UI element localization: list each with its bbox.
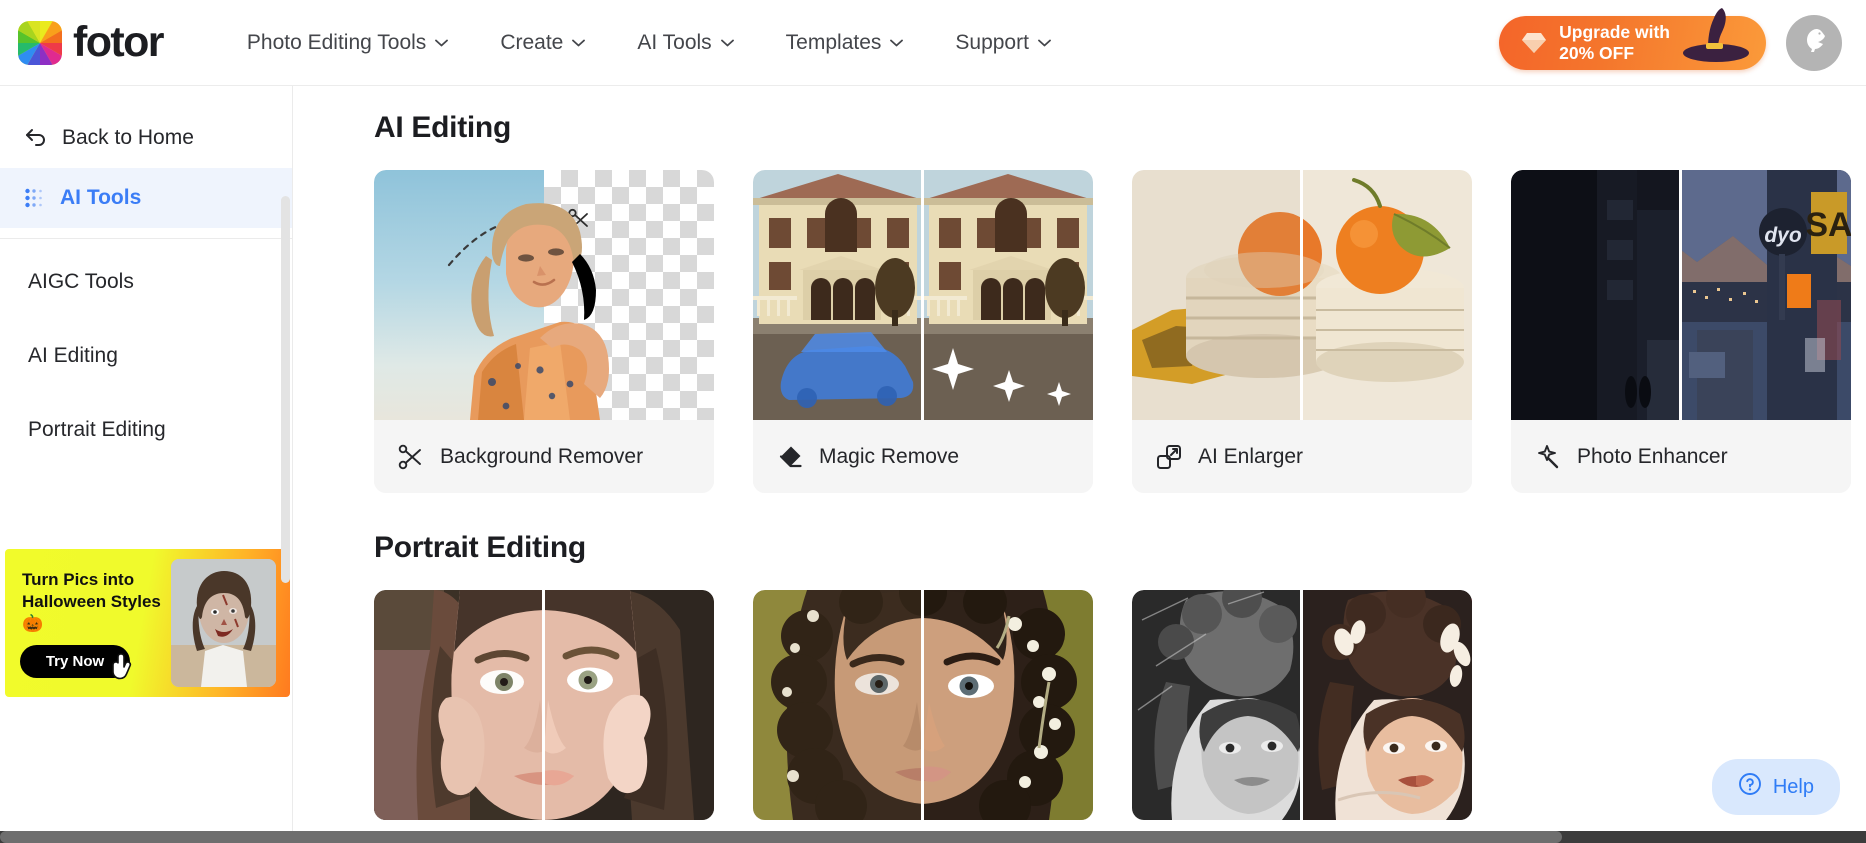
orange-plates-upscale-preview: [1132, 170, 1472, 420]
question-circle-icon: [1738, 772, 1762, 802]
nav-item-ai-tools[interactable]: AI Tools: [611, 31, 759, 55]
upgrade-line-1: Upgrade with: [1559, 21, 1670, 42]
halloween-promo-banner[interactable]: Turn Pics into Halloween Styles 🎃 Try No…: [5, 549, 290, 697]
sidebar-item-ai-editing[interactable]: AI Editing: [0, 319, 292, 393]
chevron-down-icon: [720, 39, 734, 47]
tool-card-photo-enhancer[interactable]: SA dyo Photo Enhancer: [1511, 170, 1851, 493]
sidebar-link-label: AIGC Tools: [28, 270, 134, 293]
app-header: fotor Photo Editing Tools Create AI Tool…: [0, 0, 1866, 86]
zombie-portrait-photo: [171, 559, 276, 687]
eraser-icon: [777, 444, 803, 470]
portrait-card-skin-retouch[interactable]: [374, 590, 714, 820]
sidebar-item-ai-tools[interactable]: AI Tools: [0, 168, 292, 228]
promo-title: Turn Pics into Halloween Styles 🎃: [22, 570, 161, 633]
nav-item-support[interactable]: Support: [929, 31, 1077, 55]
svg-text:dyo: dyo: [1764, 224, 1802, 247]
scissors-icon: [398, 444, 424, 470]
tool-card-label: Background Remover: [440, 444, 644, 468]
nav-item-photo-editing-tools[interactable]: Photo Editing Tools: [221, 31, 474, 55]
sidebar-item-aigc-tools[interactable]: AIGC Tools: [0, 245, 292, 319]
help-label: Help: [1772, 775, 1814, 798]
old-photo-colorize-preview: [1132, 590, 1472, 820]
sidebar-back-label: Back to Home: [62, 126, 194, 149]
tool-card-background-remover[interactable]: Background Remover: [374, 170, 714, 493]
fotor-color-wheel-logo-icon: [18, 20, 62, 65]
brand-logo[interactable]: fotor: [18, 18, 165, 66]
avatar[interactable]: [1786, 14, 1842, 71]
sidebar-item-portrait-editing[interactable]: Portrait Editing: [0, 393, 292, 467]
portrait-card-photo-colorizer[interactable]: NEW: [1132, 590, 1472, 820]
chevron-down-icon: [1038, 39, 1051, 47]
ai-editing-card-row: Background Remover Magic Remove AI Enlar…: [374, 170, 1866, 493]
section-title-portrait-editing: Portrait Editing: [374, 531, 586, 564]
woman-transparent-background-preview: [374, 170, 714, 420]
tool-card-label: AI Enlarger: [1198, 444, 1304, 468]
scrollbar-thumb[interactable]: [0, 831, 1562, 843]
night-street-enhance-preview: SA dyo: [1511, 170, 1851, 420]
chevron-down-icon: [572, 39, 586, 47]
sidebar-active-label: AI Tools: [60, 186, 142, 209]
header-actions: Upgrade with 20% OFF: [1499, 7, 1842, 71]
sidebar-divider: [0, 238, 292, 239]
browser-horizontal-scrollbar[interactable]: [0, 831, 1866, 843]
curly-hair-portrait-preview: [753, 590, 1093, 820]
nav-label: AI Tools: [637, 30, 712, 54]
hand-cursor-icon: [109, 653, 139, 685]
sidebar-link-label: Portrait Editing: [28, 418, 166, 441]
diamond-icon: [1521, 32, 1547, 54]
nav-label: Photo Editing Tools: [246, 30, 427, 54]
magic-wand-icon: [1535, 444, 1561, 470]
svg-text:SA: SA: [1805, 206, 1851, 244]
grid-dots-icon: [24, 187, 46, 209]
tool-card-magic-remove[interactable]: Magic Remove: [753, 170, 1093, 493]
witch-hat-icon: [1678, 6, 1760, 68]
sidebar: Back to Home AI Tools AIGC Tools AI Edit…: [0, 86, 293, 843]
nav-label: Support: [955, 30, 1029, 54]
mansion-car-removal-preview: [753, 170, 1093, 420]
sidebar-item-back-to-home[interactable]: Back to Home: [0, 108, 292, 168]
sidebar-scrollbar[interactable]: [281, 196, 290, 583]
skin-retouch-portrait-preview: [374, 590, 714, 820]
nav-label: Templates: [785, 30, 882, 54]
chevron-down-icon: [435, 39, 449, 47]
tool-card-ai-enlarger[interactable]: AI Enlarger: [1132, 170, 1472, 493]
expand-icon: [1156, 444, 1182, 470]
nav-item-templates[interactable]: Templates: [760, 31, 930, 55]
section-title-ai-editing: AI Editing: [374, 111, 511, 144]
main-nav: Photo Editing Tools Create AI Tools Temp…: [221, 31, 1077, 55]
upgrade-line-2: 20% OFF: [1559, 42, 1635, 63]
sidebar-link-label: AI Editing: [28, 344, 118, 367]
tool-card-label: Magic Remove: [819, 444, 960, 468]
nav-item-create[interactable]: Create: [474, 31, 611, 55]
back-arrow-icon: [24, 127, 48, 149]
upgrade-button[interactable]: Upgrade with 20% OFF: [1499, 7, 1766, 70]
nav-label: Create: [500, 30, 564, 54]
portrait-editing-card-row: NEW: [374, 590, 1866, 820]
portrait-card-blur-sharpen[interactable]: [753, 590, 1093, 820]
help-button[interactable]: Help: [1711, 759, 1840, 815]
tool-card-label: Photo Enhancer: [1577, 444, 1728, 468]
main-content: AI Editing Background Remover Magic Remo…: [293, 86, 1866, 843]
chevron-down-icon: [890, 39, 904, 47]
promo-button-label: Try Now: [45, 653, 105, 670]
bird-avatar-icon: [1797, 23, 1831, 62]
brand-name: fotor: [73, 18, 165, 66]
